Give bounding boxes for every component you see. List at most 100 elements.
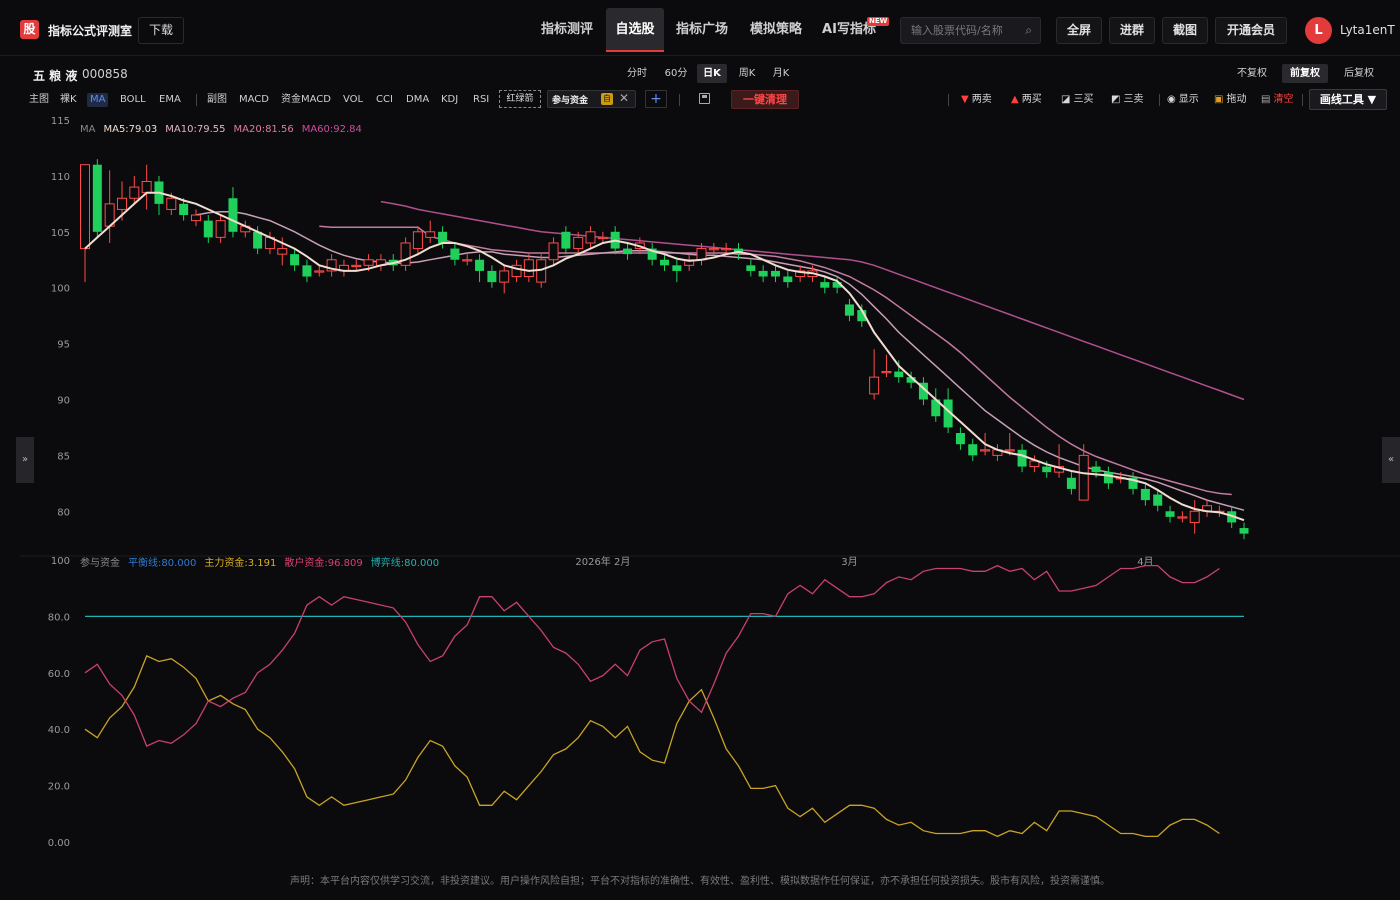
candle	[351, 259, 362, 271]
candle-body	[462, 259, 473, 262]
candle-body	[228, 198, 238, 232]
candle	[844, 298, 854, 322]
avatar[interactable]: L	[1305, 17, 1332, 44]
nav-item-ai-indicator[interactable]: AI写指标	[818, 8, 880, 52]
stock-search-input[interactable]	[901, 18, 1011, 43]
candle	[1189, 500, 1200, 534]
nav-item-sim-strategy[interactable]: 模拟策略	[744, 8, 808, 52]
candle	[992, 444, 1003, 461]
price-tick-label: 115	[51, 116, 70, 127]
candle	[154, 175, 164, 216]
candle	[758, 265, 768, 283]
search-icon[interactable]: ⌕	[1025, 23, 1032, 38]
candle	[968, 438, 978, 461]
candle-body	[351, 264, 362, 268]
candle-body	[412, 231, 423, 250]
candle	[326, 254, 337, 277]
ma60-line	[380, 200, 1245, 401]
sub-legend-item: 参与资金	[80, 556, 120, 569]
candle	[450, 242, 460, 266]
nav-item-watchlist[interactable]: 自选股	[606, 8, 664, 52]
candle	[820, 276, 830, 294]
app-logo[interactable]: 股	[20, 20, 39, 39]
candle	[881, 354, 892, 378]
disclaimer: 声明：本平台内容仅供学习交流，非投资建议。用户操作风险自担；平台不对指标的准确性…	[290, 876, 1110, 887]
sub-legend: 参与资金 平衡线:80.000 主力资金:3.191 散户资金:96.809 博弈线:8…	[80, 556, 439, 569]
download-button[interactable]: 下载	[138, 17, 184, 44]
candle-body	[844, 304, 854, 316]
candle-body	[523, 259, 534, 278]
candle-body	[820, 282, 830, 288]
nav-item-indicator-square[interactable]: 指标广场	[670, 8, 734, 52]
top-navbar: 股 指标公式评测室 下载 指标测评 自选股 指标广场 模拟策略 AI写指标 NE…	[0, 0, 1400, 56]
x-axis-label: 3月	[841, 556, 857, 568]
candle	[931, 388, 941, 422]
candle-body	[561, 231, 571, 249]
candle-body	[116, 197, 127, 210]
fullscreen-button[interactable]: 全屏	[1056, 17, 1102, 44]
candle-body	[894, 371, 904, 378]
candle-body	[1042, 466, 1052, 473]
candle-body	[141, 180, 152, 194]
candle	[623, 242, 633, 260]
candle-body	[487, 270, 497, 283]
kline-chart[interactable]: 80 85 90 95 100 105 110 115 0.00 20.0 40.0 60.0 80.0…	[20, 60, 1400, 850]
candle-body	[1103, 472, 1113, 484]
price-tick-label: 90	[57, 395, 70, 406]
price-tick-label: 95	[57, 340, 70, 351]
candle	[228, 187, 238, 238]
username[interactable]: Lyta1enT	[1340, 23, 1395, 37]
ma-legend-item: MA20:81.56	[234, 124, 294, 135]
sub-tick-label: 0.00	[48, 838, 70, 849]
candle-body	[1078, 454, 1089, 501]
candle-body	[1091, 466, 1101, 473]
candle-body	[92, 164, 102, 232]
candle-body	[968, 444, 978, 456]
sub-tick-label: 40.0	[48, 725, 70, 736]
candle-body	[696, 248, 707, 261]
candle	[1066, 472, 1076, 495]
new-badge: NEW	[867, 17, 890, 26]
candle	[203, 215, 213, 243]
candle	[770, 265, 780, 283]
chart-panel: 五 粮 液 000858 分时 60分 日K 周K 月K 不复权 前复权 后复权…	[20, 60, 1400, 850]
candle-body	[623, 248, 633, 255]
candle	[375, 254, 386, 271]
candle	[955, 427, 965, 450]
sub-legend-item: 博弈线:80.000	[371, 556, 439, 569]
stock-search[interactable]: ⌕	[900, 17, 1041, 44]
candle-body	[585, 231, 596, 244]
brand-title: 指标公式评测室	[48, 24, 133, 38]
candle-body	[573, 236, 584, 250]
candle	[215, 215, 226, 243]
left-collapse-toggle[interactable]: »	[16, 437, 34, 483]
candle	[141, 164, 152, 210]
candle	[523, 254, 534, 283]
candle	[400, 237, 411, 271]
candle-body	[955, 433, 965, 445]
candle	[487, 265, 497, 288]
candle-body	[746, 265, 756, 271]
screenshot-button[interactable]: 截图	[1162, 17, 1208, 44]
candle-body	[1177, 516, 1188, 519]
candle-body	[499, 270, 510, 283]
candle	[104, 170, 115, 243]
sub-legend-item: 主力资金:3.191	[204, 556, 276, 569]
right-collapse-toggle[interactable]: «	[1382, 437, 1400, 483]
candle-body	[1189, 510, 1200, 523]
nav-item-indicator-review[interactable]: 指标测评	[535, 8, 599, 52]
candle-body	[302, 265, 312, 277]
ma-legend: MA MA5:79.03 MA10:79.55 MA20:81.56 MA60:92.8…	[80, 124, 362, 135]
candle	[548, 237, 559, 266]
candle-body	[597, 236, 608, 240]
membership-button[interactable]: 开通会员	[1215, 17, 1287, 44]
candle	[511, 259, 522, 283]
ma-legend-item: MA60:92.84	[302, 124, 362, 135]
candle	[1017, 444, 1027, 473]
join-group-button[interactable]: 进群	[1109, 17, 1155, 44]
sub-tick-label: 100	[51, 556, 70, 567]
sub-tick-label: 20.0	[48, 782, 70, 793]
candle	[869, 349, 880, 400]
ma-legend-item: MA5:79.03	[103, 124, 157, 135]
candle-body	[450, 248, 460, 260]
